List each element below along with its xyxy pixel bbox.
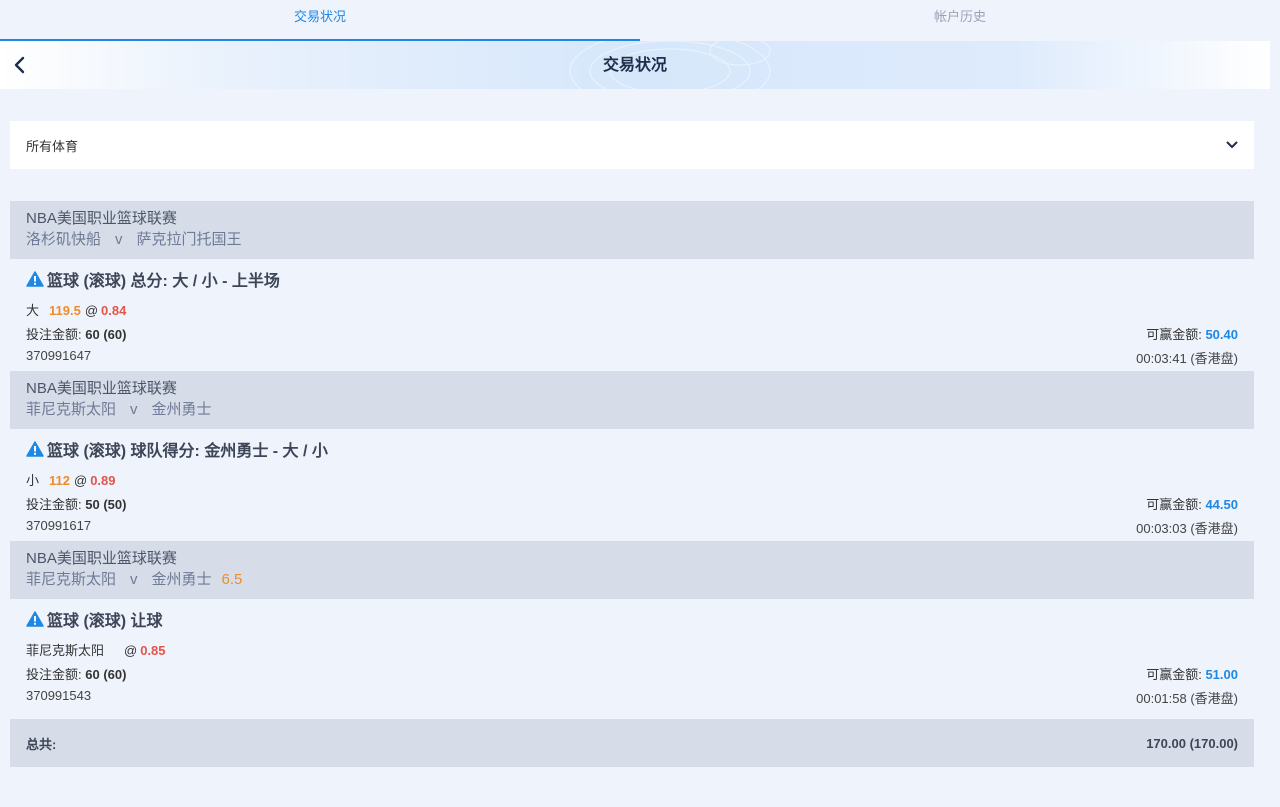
market-name: 篮球 (滚球) 让球 <box>47 613 163 630</box>
stake-label: 投注金额: <box>26 497 82 512</box>
at-sign: @ <box>84 303 99 318</box>
to-win-label: 可赢金额: <box>1146 327 1202 342</box>
home-team: 菲尼克斯太阳 <box>26 571 117 588</box>
bet-body: 篮球 (滚球) 让球 菲尼克斯太阳 @0.85 投注金额: 60 (60) 可赢金… <box>10 599 1254 711</box>
league-name: NBA美国职业篮球联赛 <box>26 380 177 397</box>
ticket-number: 370991617 <box>26 518 92 533</box>
bet-time: 00:01:58 (香港盘) <box>1136 691 1238 706</box>
versus-label: v <box>115 231 123 248</box>
ticket-number: 370991543 <box>26 688 92 703</box>
warning-icon <box>26 611 44 627</box>
to-win-label: 可赢金额: <box>1146 497 1202 512</box>
match-teams: 洛杉矶快船 v 萨克拉门托国王 <box>26 229 1238 251</box>
at-sign: @ <box>74 473 88 488</box>
top-tabs: 交易状况 帐户历史 <box>0 0 1280 41</box>
selection-odds: 0.84 <box>101 303 127 318</box>
page-header: 交易状况 <box>0 41 1270 89</box>
versus-label: v <box>130 571 138 588</box>
market-title: 篮球 (滚球) 球队得分: 金州勇士 - 大 / 小 <box>26 438 1238 460</box>
stake-amount: 60 (60) <box>85 327 127 342</box>
stake-row: 投注金额: 60 (60) 可赢金额: 51.00 <box>26 664 1238 682</box>
sport-filter-value: 所有体育 <box>26 138 79 154</box>
bet-header: NBA美国职业篮球联赛 洛杉矶快船 v 萨克拉门托国王 <box>10 201 1254 259</box>
league-name: NBA美国职业篮球联赛 <box>26 210 177 227</box>
page-title: 交易状况 <box>602 57 667 74</box>
to-win-amount: 44.50 <box>1205 497 1238 512</box>
stake-amount: 50 (50) <box>85 497 127 512</box>
bet-selection: 小 112 @0.89 <box>26 470 1238 488</box>
bet-time: 00:03:41 (香港盘) <box>1136 351 1238 366</box>
tab-account-history[interactable]: 帐户历史 <box>640 0 1280 41</box>
market-name: 篮球 (滚球) 球队得分: 金州勇士 - 大 / 小 <box>47 443 328 460</box>
bet-item: NBA美国职业篮球联赛 菲尼克斯太阳 v 金州勇士 篮球 (滚球) 球队得分: 金州… <box>10 371 1254 541</box>
selection-name: 菲尼克斯太阳 <box>26 643 105 658</box>
total-value: 170.00 (170.00) <box>1146 735 1238 751</box>
bet-item: NBA美国职业篮球联赛 菲尼克斯太阳 v 金州勇士 6.5 篮球 (滚球) 让球 菲尼… <box>10 541 1254 711</box>
versus-label: v <box>130 401 138 418</box>
selection-odds: 0.85 <box>140 643 166 658</box>
bet-header: NBA美国职业篮球联赛 菲尼克斯太阳 v 金州勇士 6.5 <box>10 541 1254 599</box>
total-bar: 总共: 170.00 (170.00) <box>10 719 1254 767</box>
warning-icon <box>26 441 44 457</box>
ticket-number: 370991647 <box>26 348 92 363</box>
chevron-down-icon <box>1226 141 1238 148</box>
warning-icon <box>26 271 44 287</box>
to-win-label: 可赢金额: <box>1146 667 1202 682</box>
league-name: NBA美国职业篮球联赛 <box>26 550 177 567</box>
to-win-amount: 50.40 <box>1205 327 1238 342</box>
selection-line: 119.5 <box>49 303 81 318</box>
stake-label: 投注金额: <box>26 327 82 342</box>
match-teams: 菲尼克斯太阳 v 金州勇士 <box>26 399 1238 421</box>
to-win-amount: 51.00 <box>1205 667 1238 682</box>
home-team: 菲尼克斯太阳 <box>26 401 117 418</box>
selection-name: 大 <box>26 303 40 318</box>
sport-filter-dropdown[interactable]: 所有体育 <box>10 121 1254 169</box>
stake-label: 投注金额: <box>26 667 82 682</box>
away-team: 萨克拉门托国王 <box>136 231 242 248</box>
bet-header: NBA美国职业篮球联赛 菲尼克斯太阳 v 金州勇士 <box>10 371 1254 429</box>
bet-item: NBA美国职业篮球联赛 洛杉矶快船 v 萨克拉门托国王 篮球 (滚球) 总分: 大 … <box>10 201 1254 371</box>
stake-amount: 60 (60) <box>85 667 127 682</box>
selection-odds: 0.89 <box>90 473 116 488</box>
bet-body: 篮球 (滚球) 总分: 大 / 小 - 上半场 大 119.5 @0.84 投注金额… <box>10 259 1254 371</box>
match-teams: 菲尼克斯太阳 v 金州勇士 6.5 <box>26 569 1238 591</box>
bet-selection: 菲尼克斯太阳 @0.85 <box>26 640 1238 658</box>
bet-list: NBA美国职业篮球联赛 洛杉矶快船 v 萨克拉门托国王 篮球 (滚球) 总分: 大 … <box>10 201 1254 711</box>
selection-line: 112 <box>49 473 70 488</box>
away-team: 金州勇士 <box>151 401 212 418</box>
bet-selection: 大 119.5 @0.84 <box>26 300 1238 318</box>
stake-row: 投注金额: 60 (60) 可赢金额: 50.40 <box>26 324 1238 342</box>
market-name: 篮球 (滚球) 总分: 大 / 小 - 上半场 <box>47 273 280 290</box>
stake-row: 投注金额: 50 (50) 可赢金额: 44.50 <box>26 494 1238 512</box>
tab-trade-status[interactable]: 交易状况 <box>0 0 640 41</box>
market-title: 篮球 (滚球) 让球 <box>26 608 1238 630</box>
bet-time: 00:03:03 (香港盘) <box>1136 521 1238 536</box>
at-sign: @ <box>124 643 138 658</box>
total-label: 总共: <box>26 736 57 752</box>
selection-name: 小 <box>26 473 40 488</box>
ticket-row: 370991543 00:01:58 (香港盘) <box>26 688 1238 706</box>
away-team: 金州勇士 <box>151 571 212 588</box>
home-team: 洛杉矶快船 <box>26 231 102 248</box>
handicap-value: 6.5 <box>221 571 243 588</box>
ticket-row: 370991647 00:03:41 (香港盘) <box>26 348 1238 366</box>
market-title: 篮球 (滚球) 总分: 大 / 小 - 上半场 <box>26 268 1238 290</box>
bet-body: 篮球 (滚球) 球队得分: 金州勇士 - 大 / 小 小 112 @0.89 投注金… <box>10 429 1254 541</box>
ticket-row: 370991617 00:03:03 (香港盘) <box>26 518 1238 536</box>
